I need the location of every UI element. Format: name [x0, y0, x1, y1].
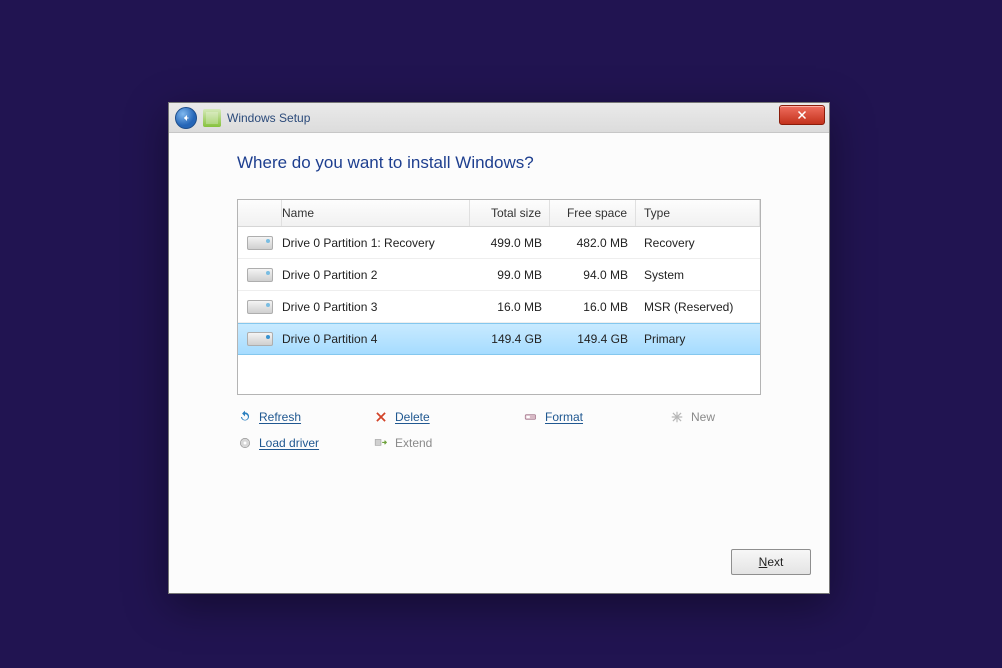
drive-icon — [247, 332, 273, 346]
content-area: Where do you want to install Windows? Na… — [169, 133, 829, 467]
next-button[interactable]: Next — [731, 549, 811, 575]
drive-icon — [247, 268, 273, 282]
header-name[interactable]: Name — [282, 200, 470, 226]
drive-type: MSR (Reserved) — [636, 300, 760, 314]
drive-row[interactable]: Drive 0 Partition 4149.4 GB149.4 GBPrima… — [238, 323, 760, 355]
header-type[interactable]: Type — [636, 200, 760, 226]
format-action[interactable]: Format — [523, 409, 669, 425]
drive-type: Primary — [636, 332, 760, 346]
drive-name: Drive 0 Partition 4 — [282, 332, 470, 346]
window-title: Windows Setup — [227, 111, 310, 125]
drive-list-header: Name Total size Free space Type — [238, 200, 760, 227]
drive-free-space: 149.4 GB — [550, 332, 636, 346]
drive-total-size: 499.0 MB — [470, 236, 550, 250]
drive-name: Drive 0 Partition 3 — [282, 300, 470, 314]
page-heading: Where do you want to install Windows? — [237, 153, 761, 173]
drive-rows: Drive 0 Partition 1: Recovery499.0 MB482… — [238, 227, 760, 355]
delete-icon — [373, 409, 389, 425]
extend-icon — [373, 435, 389, 451]
delete-action[interactable]: Delete — [373, 409, 523, 425]
footer: Next — [731, 549, 811, 575]
header-icon-spacer — [238, 200, 282, 226]
drive-row[interactable]: Drive 0 Partition 1: Recovery499.0 MB482… — [238, 227, 760, 259]
drive-total-size: 99.0 MB — [470, 268, 550, 282]
extend-label: Extend — [395, 436, 432, 450]
close-button[interactable] — [779, 105, 825, 125]
header-free-space[interactable]: Free space — [550, 200, 636, 226]
close-icon — [796, 109, 808, 121]
drive-free-space: 16.0 MB — [550, 300, 636, 314]
new-icon — [669, 409, 685, 425]
load-driver-icon — [237, 435, 253, 451]
format-label: Format — [545, 410, 583, 424]
drive-list: Name Total size Free space Type Drive 0 … — [237, 199, 761, 395]
drive-free-space: 482.0 MB — [550, 236, 636, 250]
format-icon — [523, 409, 539, 425]
windows-setup-window: Windows Setup Where do you want to insta… — [168, 102, 830, 594]
refresh-label: Refresh — [259, 410, 301, 424]
drive-row[interactable]: Drive 0 Partition 316.0 MB16.0 MBMSR (Re… — [238, 291, 760, 323]
drive-icon — [247, 236, 273, 250]
back-button[interactable] — [175, 107, 197, 129]
titlebar: Windows Setup — [169, 103, 829, 133]
drive-type: System — [636, 268, 760, 282]
next-rest: ext — [767, 555, 783, 569]
back-arrow-icon — [180, 112, 192, 124]
drive-type: Recovery — [636, 236, 760, 250]
delete-label: Delete — [395, 410, 430, 424]
drive-row[interactable]: Drive 0 Partition 299.0 MB94.0 MBSystem — [238, 259, 760, 291]
load-driver-action[interactable]: Load driver — [237, 435, 373, 451]
extend-action: Extend — [373, 435, 523, 451]
new-label: New — [691, 410, 715, 424]
drive-actions: Refresh Delete Format New — [237, 409, 761, 451]
drive-name: Drive 0 Partition 2 — [282, 268, 470, 282]
drive-free-space: 94.0 MB — [550, 268, 636, 282]
drive-icon — [247, 300, 273, 314]
load-driver-label: Load driver — [259, 436, 319, 450]
drive-total-size: 149.4 GB — [470, 332, 550, 346]
refresh-action[interactable]: Refresh — [237, 409, 373, 425]
drive-name: Drive 0 Partition 1: Recovery — [282, 236, 470, 250]
refresh-icon — [237, 409, 253, 425]
drive-total-size: 16.0 MB — [470, 300, 550, 314]
header-total-size[interactable]: Total size — [470, 200, 550, 226]
setup-icon — [203, 109, 221, 127]
new-action: New — [669, 409, 789, 425]
